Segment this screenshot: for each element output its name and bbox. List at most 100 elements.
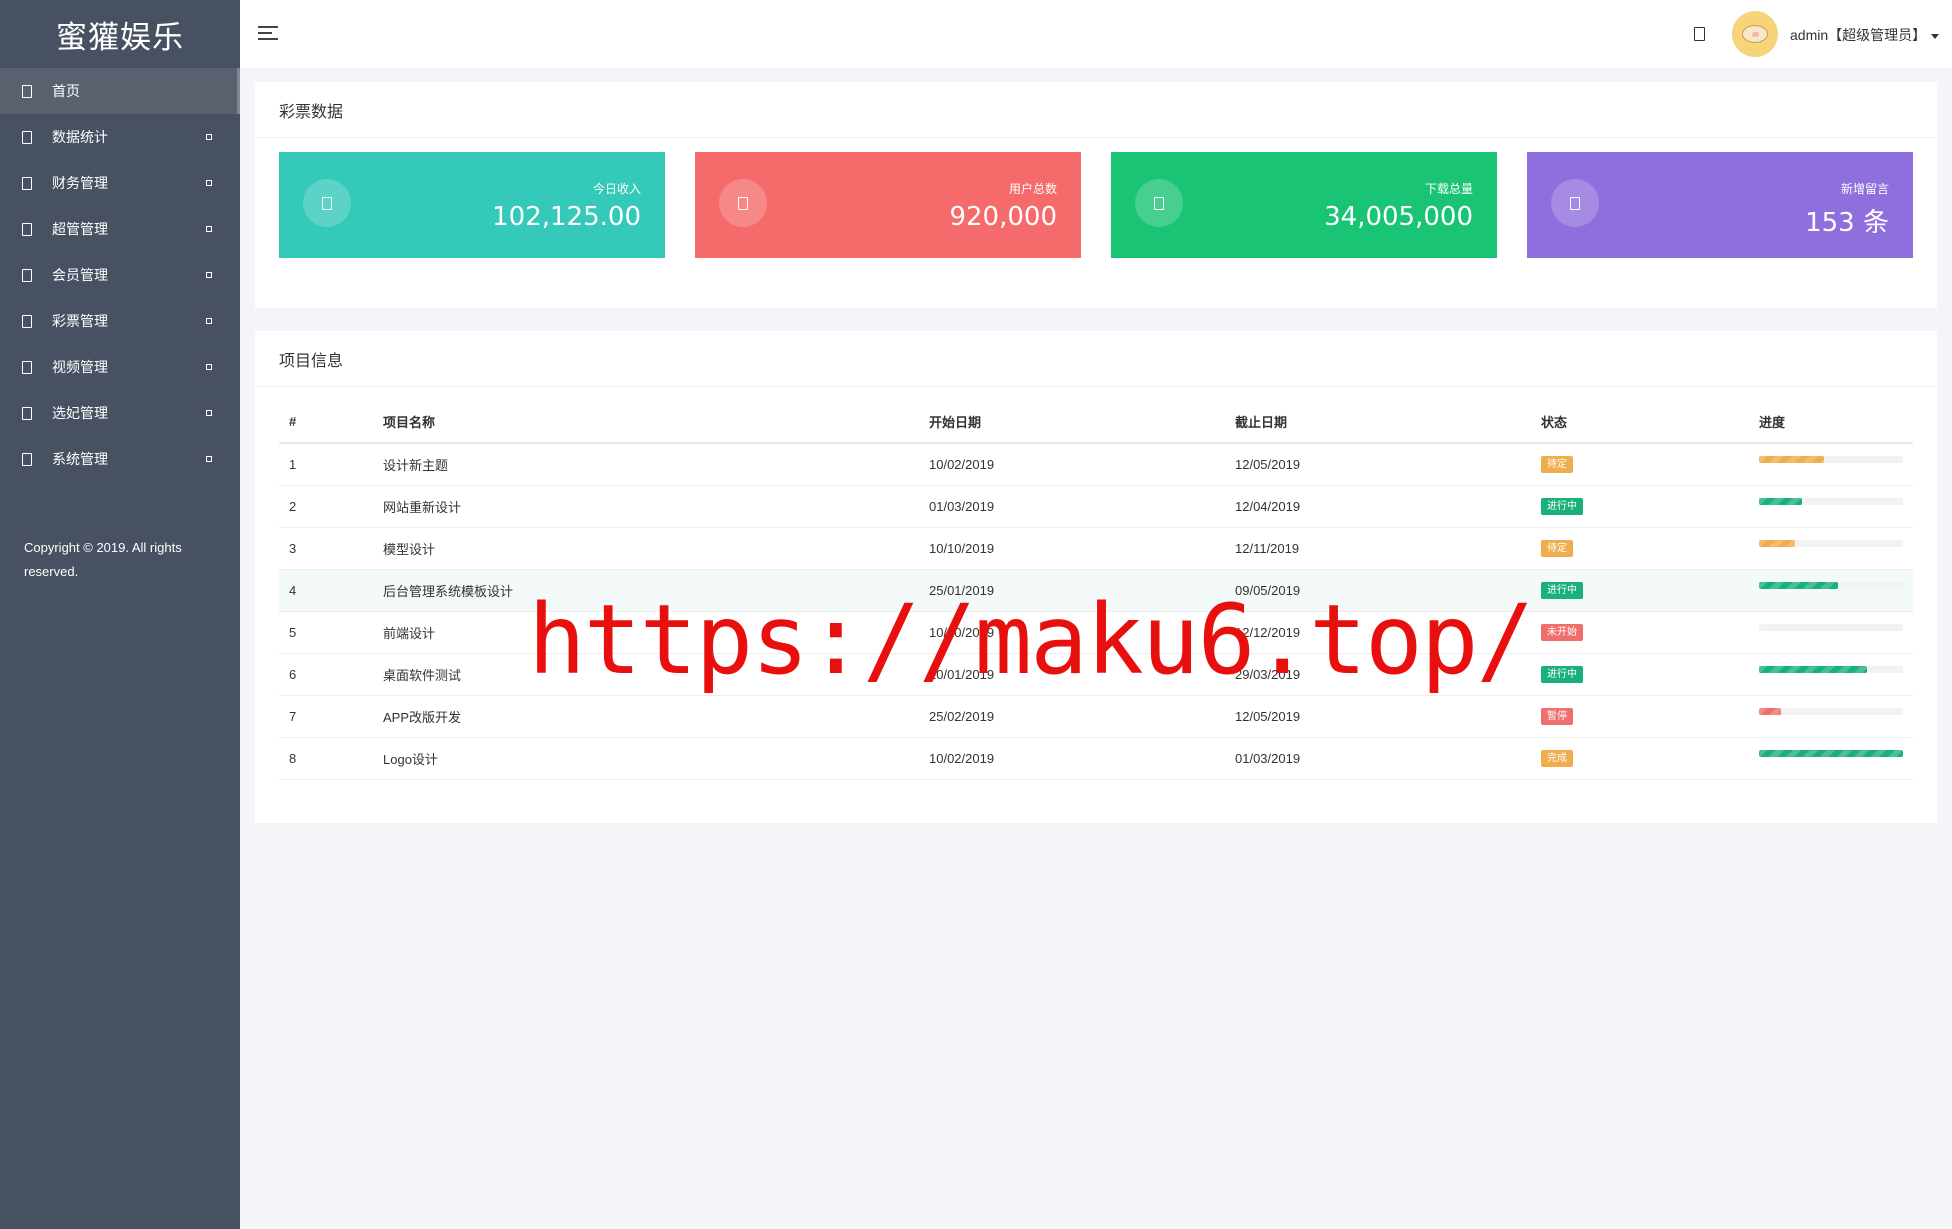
column-header: 项目名称 (373, 401, 919, 444)
column-header: 截止日期 (1225, 401, 1531, 444)
expand-icon[interactable] (206, 226, 212, 232)
sidebar-item[interactable]: 首页 (0, 68, 240, 114)
expand-icon[interactable] (206, 134, 212, 140)
cell-name: 模型设计 (373, 527, 919, 570)
progress-bar (1759, 497, 1903, 505)
expand-icon[interactable] (206, 456, 212, 462)
projects-panel: 项目信息 # 项目名称 开始日期 截止日期 状态 进度 1 设计新主题 10/02/2019 1… (255, 331, 1937, 823)
sidebar-item[interactable]: 彩票管理 (0, 298, 240, 344)
expand-icon[interactable] (206, 272, 212, 278)
page-icon (22, 360, 32, 374)
table-row[interactable]: 7 APP改版开发 25/02/2019 12/05/2019 暂停 (279, 695, 1913, 738)
copyright: Copyright © 2019. All rights reserved. (24, 540, 182, 579)
projects-panel-title: 项目信息 (255, 331, 1937, 387)
sidebar-item-label: 选妃管理 (52, 405, 108, 421)
table-row[interactable]: 6 桌面软件测试 10/01/2019 29/03/2019 进行中 (279, 653, 1913, 696)
cell-name: APP改版开发 (373, 695, 919, 738)
page-icon (738, 196, 748, 210)
cell-status: 进行中 (1531, 653, 1749, 696)
stat-cards: 今日收入 102,125.00 用户总数 920,000 下载总量 34,005,000 新… (279, 152, 1913, 258)
table-row[interactable]: 4 后台管理系统模板设计 25/01/2019 09/05/2019 进行中 (279, 569, 1913, 612)
page-icon (22, 314, 32, 328)
sidebar-item[interactable]: 视频管理 (0, 344, 240, 390)
progress-fill (1759, 455, 1824, 463)
table-row[interactable]: 3 模型设计 10/10/2019 12/11/2019 待定 (279, 527, 1913, 570)
table-body: 1 设计新主题 10/02/2019 12/05/2019 待定 2 网站重新设计 01/03… (279, 443, 1913, 780)
page-icon (1570, 196, 1580, 210)
stat-label: 今日收入 (592, 182, 641, 196)
cell-status: 未开始 (1531, 611, 1749, 654)
sidebar-item[interactable]: 数据统计 (0, 114, 240, 160)
page-icon (22, 176, 32, 190)
stat-icon (303, 179, 351, 227)
cell-start: 01/03/2019 (919, 485, 1225, 528)
cell-end: 29/03/2019 (1225, 653, 1531, 696)
expand-icon[interactable] (206, 410, 212, 416)
user-menu[interactable]: admin【超级管理员】 (1790, 25, 1940, 45)
hamburger-icon[interactable] (258, 26, 278, 40)
table-row[interactable]: 1 设计新主题 10/02/2019 12/05/2019 待定 (279, 443, 1913, 486)
stat-label: 新增留言 (1840, 182, 1889, 196)
bell-icon[interactable] (1694, 27, 1705, 41)
sidebar-item[interactable]: 会员管理 (0, 252, 240, 298)
cell-progress (1749, 737, 1913, 780)
status-badge: 暂停 (1541, 708, 1573, 725)
stat-card: 用户总数 920,000 (695, 152, 1081, 258)
cell-status: 进行中 (1531, 485, 1749, 528)
cell-status: 待定 (1531, 527, 1749, 570)
cell-id: 4 (279, 569, 373, 612)
sidebar-item[interactable]: 财务管理 (0, 160, 240, 206)
expand-icon[interactable] (206, 318, 212, 324)
cell-name: Logo设计 (373, 737, 919, 780)
cell-end: 12/04/2019 (1225, 485, 1531, 528)
stat-label: 用户总数 (1008, 182, 1057, 196)
page-icon (1154, 196, 1164, 210)
expand-icon[interactable] (206, 180, 212, 186)
status-badge: 进行中 (1541, 582, 1583, 599)
cell-end: 12/05/2019 (1225, 443, 1531, 486)
stat-value: 153 条 (1805, 208, 1889, 238)
stat-card: 新增留言 153 条 (1527, 152, 1913, 258)
table-row[interactable]: 2 网站重新设计 01/03/2019 12/04/2019 进行中 (279, 485, 1913, 528)
cell-id: 2 (279, 485, 373, 528)
cell-id: 6 (279, 653, 373, 696)
progress-bar (1759, 707, 1903, 715)
progress-fill (1759, 497, 1803, 505)
table-header-row: # 项目名称 开始日期 截止日期 状态 进度 (279, 401, 1913, 444)
stat-value: 920,000 (949, 202, 1057, 232)
sidebar-item-label: 彩票管理 (52, 313, 108, 329)
sidebar-item-label: 会员管理 (52, 267, 108, 283)
cell-start: 10/10/2019 (919, 527, 1225, 570)
status-badge: 进行中 (1541, 498, 1583, 515)
progress-fill (1759, 749, 1903, 757)
cell-start: 10/01/2019 (919, 653, 1225, 696)
progress-fill (1759, 581, 1839, 589)
brand-logo[interactable]: 蜜獾娱乐 (0, 0, 240, 68)
avatar[interactable] (1732, 11, 1778, 57)
cell-name: 桌面软件测试 (373, 653, 919, 696)
progress-bar (1759, 455, 1903, 463)
top-header: admin【超级管理员】 (240, 0, 1952, 68)
cell-status: 进行中 (1531, 569, 1749, 612)
stats-panel-title: 彩票数据 (255, 82, 1937, 138)
sidebar-item[interactable]: 系统管理 (0, 436, 240, 482)
status-badge: 未开始 (1541, 624, 1583, 641)
status-badge: 待定 (1541, 456, 1573, 474)
cell-progress (1749, 443, 1913, 486)
cell-start: 10/10/2019 (919, 611, 1225, 654)
cell-progress (1749, 527, 1913, 570)
progress-fill (1759, 539, 1795, 547)
stat-icon (1551, 179, 1599, 227)
projects-table: # 项目名称 开始日期 截止日期 状态 进度 1 设计新主题 10/02/2019 12/05/… (279, 401, 1913, 780)
cell-progress (1749, 653, 1913, 696)
cell-name: 后台管理系统模板设计 (373, 569, 919, 612)
cell-id: 7 (279, 695, 373, 738)
table-row[interactable]: 5 前端设计 10/10/2019 12/12/2019 未开始 (279, 611, 1913, 654)
cell-name: 前端设计 (373, 611, 919, 654)
sidebar-item[interactable]: 选妃管理 (0, 390, 240, 436)
stat-value: 102,125.00 (492, 202, 641, 232)
table-row[interactable]: 8 Logo设计 10/02/2019 01/03/2019 完成 (279, 737, 1913, 780)
expand-icon[interactable] (206, 364, 212, 370)
cell-name: 设计新主题 (373, 443, 919, 486)
sidebar-item[interactable]: 超管管理 (0, 206, 240, 252)
